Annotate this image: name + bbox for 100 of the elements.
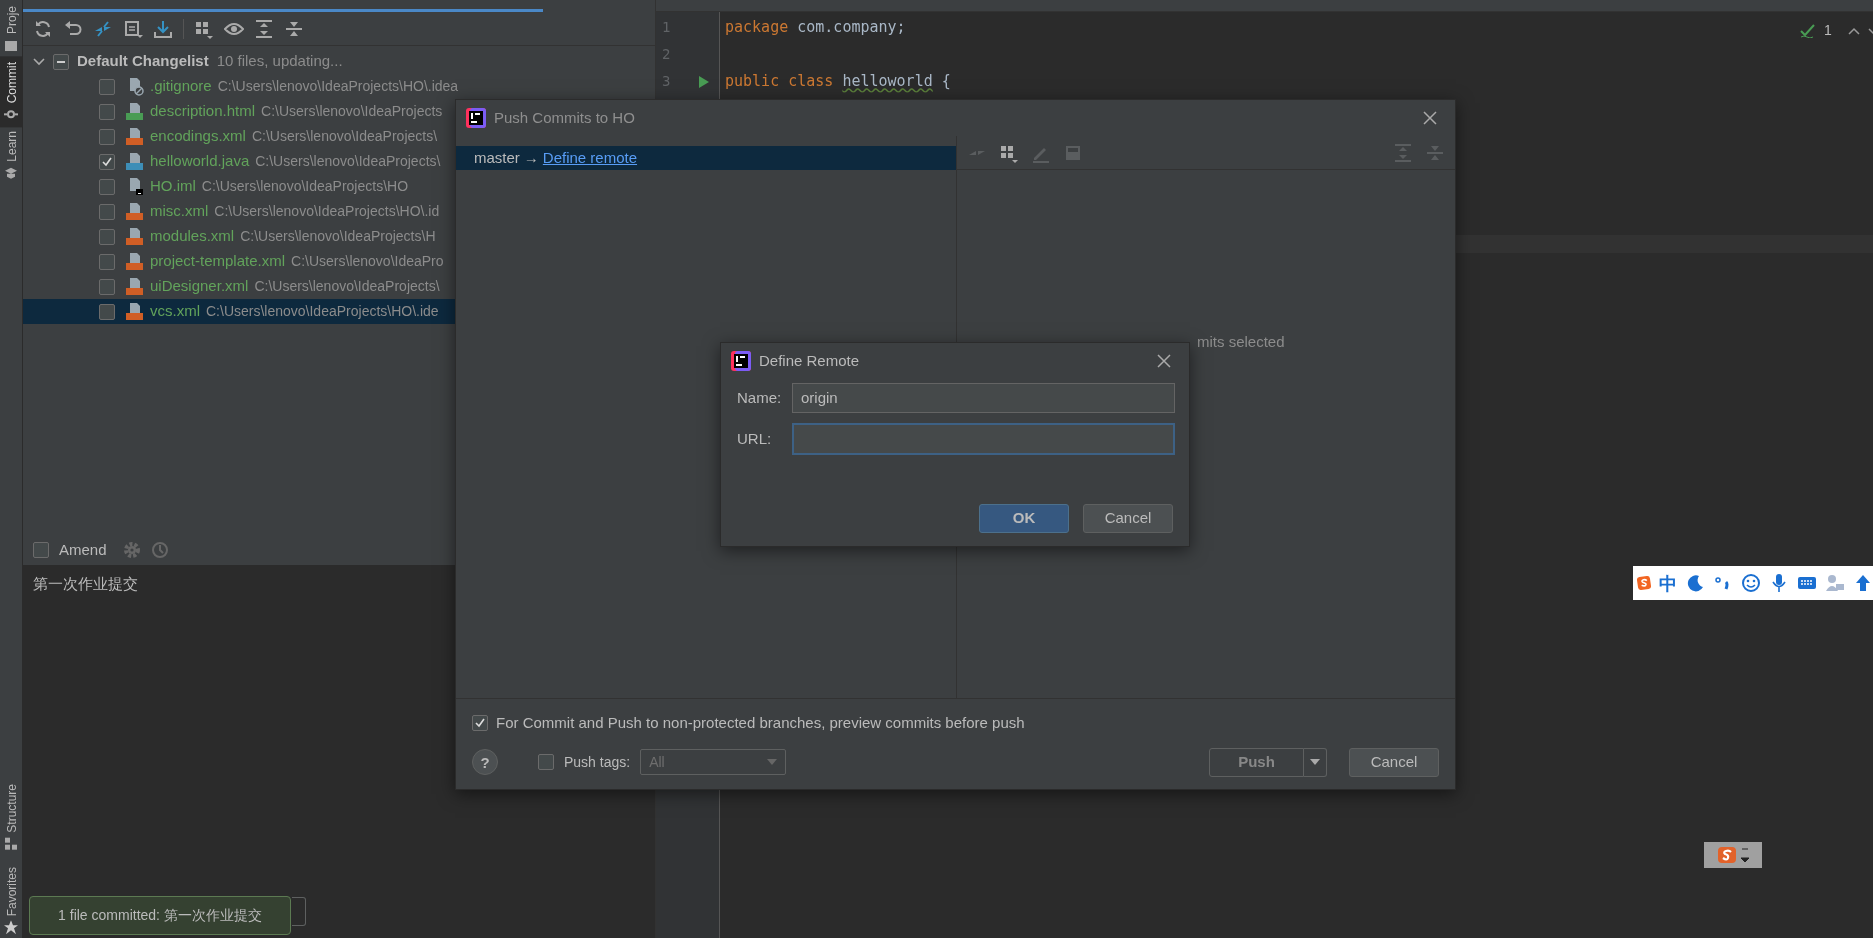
file-checkbox[interactable] [99,203,115,220]
changelist-checkbox[interactable] [53,53,69,70]
file-path: C:\Users\lenovo\IdeaProjects\HO\.idea [217,77,459,96]
file-name[interactable]: modules.xml [150,225,235,248]
changelist-name[interactable]: Default Changelist [77,50,209,73]
file-checkbox[interactable] [99,228,115,245]
help-button[interactable]: ? [472,749,498,775]
caret-icon [1310,759,1320,765]
star-icon[interactable] [4,920,19,934]
file-path: C:\Users\lenovo\IdeaProjects\HO\.id [214,202,440,221]
file-name[interactable]: project-template.xml [150,250,286,273]
file-path: C:\Users\lenovo\IdeaPro [291,252,444,271]
changelist-info: 10 files, updating... [216,51,343,72]
file-checkbox[interactable] [99,303,115,320]
download-icon[interactable] [153,18,173,39]
cancel-button[interactable]: Cancel [1349,747,1439,777]
file-checkbox[interactable] [99,278,115,295]
caret-icon [767,759,778,765]
expand-all-icon[interactable] [254,18,274,39]
amend-label[interactable]: Amend [59,538,107,562]
file-row[interactable]: HO.iml C:\Users\lenovo\IdeaProjects\HO [23,174,655,199]
notification-toast: 1 file committed: 第一次作业提交 [29,896,291,935]
file-name[interactable]: HO.iml [150,175,196,198]
text-field[interactable] [792,423,1175,455]
file-path: C:\Users\lenovo\IdeaProjects\ [254,277,440,296]
file-path: C:\Users\lenovo\IdeaProjects [261,102,443,121]
amend-checkbox[interactable] [33,542,49,558]
file-path: C:\Users\lenovo\IdeaProjects\ [255,152,441,171]
file-checkbox[interactable] [99,178,115,195]
chevron-up-icon[interactable] [1847,26,1860,35]
file-icon [125,252,144,271]
file-name[interactable]: .gitignore [150,75,212,98]
app-logo-icon [731,351,751,371]
ime-mode[interactable]: 中 [1659,569,1677,597]
file-icon [125,302,144,321]
check-icon [474,717,486,729]
expanded-chevron-icon[interactable] [33,55,45,68]
field-label: Name: [737,387,783,408]
ime-mini-toolbar[interactable] [1704,842,1762,868]
ok-button[interactable]: OK [979,504,1069,533]
file-checkbox[interactable] [99,128,115,145]
define-remote-link[interactable]: Define remote [542,146,638,170]
file-icon [125,127,144,146]
code-line: public class helloworld { [725,71,951,92]
microphone-icon[interactable] [1769,573,1789,593]
dialog-title: Define Remote [759,350,861,371]
run-icon[interactable] [698,74,710,89]
app-logo-icon [466,108,486,128]
tool-tab[interactable]: Proje [2,6,21,34]
inspection-count[interactable]: 1 [1824,20,1832,41]
folder-icon[interactable] [4,38,19,52]
close-icon[interactable] [1423,111,1437,125]
file-checkbox[interactable] [99,103,115,120]
check-icon [101,155,113,168]
chevron-down-icon[interactable] [1867,26,1873,35]
refresh-icon[interactable] [33,18,53,39]
tool-tab[interactable]: Learn [2,131,21,163]
file-icon [125,227,144,246]
field-label: URL: [737,428,773,449]
empty-state-text: mits selected [1197,332,1286,352]
branch-row[interactable]: master → Define remote [456,146,956,170]
file-name[interactable]: uiDesigner.xml [150,275,249,298]
file-name[interactable]: encodings.xml [150,125,246,148]
file-icon [125,102,144,121]
shelf-icon[interactable] [123,18,143,39]
file-row[interactable]: misc.xml C:\Users\lenovo\IdeaProjects\HO\.id [23,199,655,224]
file-checkbox[interactable] [99,78,115,95]
file-path: C:\Users\lenovo\IdeaProjects\H [240,227,436,246]
file-name[interactable]: misc.xml [150,200,209,223]
code-line: package com.company; [725,17,906,38]
arrow-glyph: → [523,147,539,168]
file-name[interactable]: description.html [150,100,256,123]
arrow-up-icon[interactable] [1853,573,1873,593]
smiley-icon[interactable] [1741,573,1761,593]
file-path: C:\Users\lenovo\IdeaProjects\HO [201,177,409,196]
file-path: C:\Users\lenovo\IdeaProjects\HO\.ide [206,302,439,321]
tool-tab[interactable]: Favorites [2,866,21,916]
structure-icon[interactable] [4,836,19,851]
file-row[interactable]: modules.xml C:\Users\lenovo\IdeaProjects\H [23,224,655,249]
file-row[interactable]: .gitignore C:\Users\lenovo\IdeaProjects\HO\.idea [23,74,655,99]
text-field[interactable]: origin [792,383,1175,413]
cancel-button[interactable]: Cancel [1083,504,1173,533]
file-icon [125,277,144,296]
tool-tab[interactable]: Structure [2,783,21,833]
moon-icon[interactable] [1685,573,1705,593]
file-row[interactable]: project-template.xml C:\Users\lenovo\IdeaPro [23,249,655,274]
file-checkbox[interactable] [99,253,115,270]
check-icon[interactable] [1800,23,1816,38]
graduation-cap-icon[interactable] [4,166,19,181]
s-logo-icon [1717,846,1737,864]
file-name[interactable]: vcs.xml [150,300,200,323]
dropdown-button[interactable] [1304,747,1327,777]
caret-icon [1741,848,1749,862]
close-icon[interactable] [1157,354,1171,368]
file-checkbox[interactable] [99,153,115,170]
preview-checkbox[interactable] [472,715,488,731]
file-row[interactable]: uiDesigner.xml C:\Users\lenovo\IdeaProjects\ [23,274,655,299]
push-button[interactable]: Push [1209,747,1304,777]
file-path: C:\Users\lenovo\IdeaProjects\ [251,127,438,146]
file-name[interactable]: helloworld.java [150,150,250,173]
